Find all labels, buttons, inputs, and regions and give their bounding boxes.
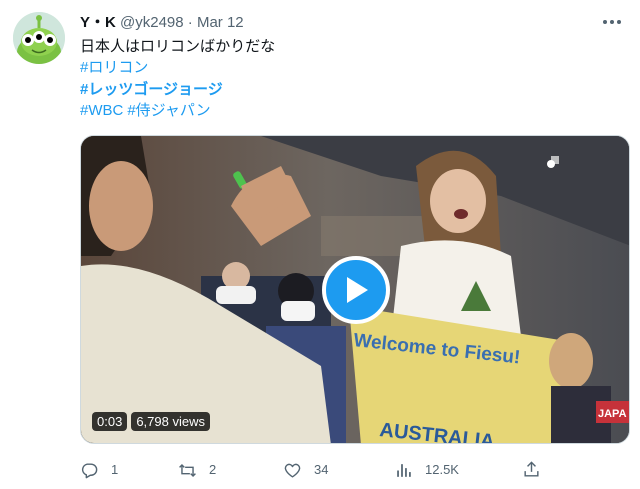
hashtag-link[interactable]: #レッツゴージョージ bbox=[80, 80, 223, 100]
like-icon bbox=[284, 463, 301, 478]
like-button[interactable]: 34 bbox=[283, 460, 328, 480]
play-button[interactable] bbox=[322, 256, 390, 324]
tweet-date[interactable]: Mar 12 bbox=[197, 14, 244, 31]
retweet-icon bbox=[179, 463, 196, 477]
retweet-count: 2 bbox=[209, 462, 217, 477]
retweet-button[interactable]: 2 bbox=[178, 460, 216, 480]
author-name[interactable]: Y・K bbox=[80, 14, 116, 31]
reply-icon bbox=[81, 462, 98, 478]
video-player[interactable]: Welcome to Fiesu! AUSTRALIA JAPA 0:03 6,… bbox=[80, 135, 630, 444]
tweet-header: Y・K @yk2498 · Mar 12 bbox=[80, 13, 620, 33]
tweet-text: 日本人はロリコンばかりだな bbox=[80, 38, 276, 55]
hashtag-link[interactable]: #WBC bbox=[80, 102, 123, 119]
tweet-actions: 1 2 34 12.5K bbox=[80, 460, 640, 482]
author-handle[interactable]: @yk2498 bbox=[120, 14, 184, 31]
hashtag-link[interactable]: #侍ジャパン bbox=[127, 102, 210, 119]
hashtag-row: #WBC #侍ジャパン bbox=[80, 101, 215, 121]
video-stats: 0:03 6,798 views bbox=[92, 412, 210, 431]
views-count: 12.5K bbox=[425, 462, 459, 477]
more-icon bbox=[603, 20, 621, 24]
share-icon bbox=[524, 461, 539, 477]
share-button[interactable] bbox=[522, 460, 541, 479]
play-icon bbox=[347, 277, 368, 303]
hashtag-link[interactable]: #ロリコン bbox=[80, 58, 148, 78]
more-button[interactable] bbox=[600, 12, 624, 32]
video-views: 6,798 views bbox=[131, 412, 210, 431]
reply-button[interactable]: 1 bbox=[80, 460, 118, 480]
japan-sign: JAPA bbox=[598, 408, 627, 420]
avatar[interactable] bbox=[13, 12, 65, 64]
reply-count: 1 bbox=[111, 462, 119, 477]
alien-avatar-icon bbox=[13, 12, 65, 64]
video-time: 0:03 bbox=[92, 412, 128, 431]
like-count: 34 bbox=[314, 462, 329, 477]
views-icon bbox=[397, 463, 411, 477]
separator-dot: · bbox=[187, 14, 193, 31]
views-button[interactable]: 12.5K bbox=[394, 460, 459, 480]
